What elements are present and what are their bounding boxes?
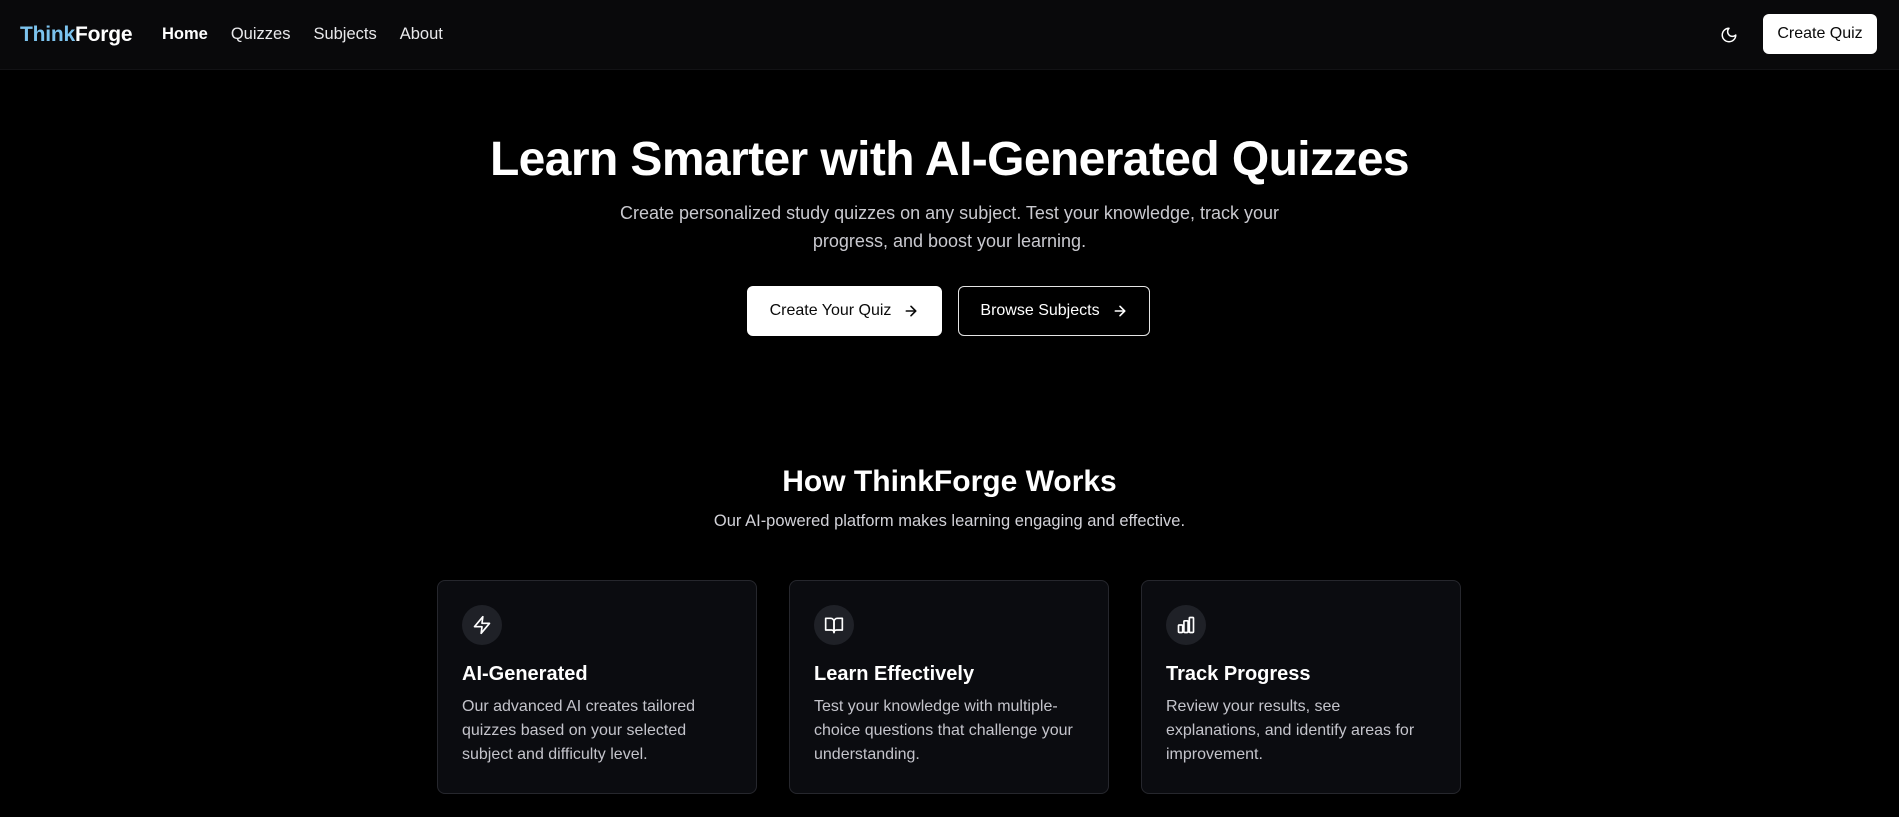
nav-link-about[interactable]: About bbox=[400, 24, 443, 44]
hero-subtitle: Create personalized study quizzes on any… bbox=[619, 203, 1280, 251]
nav-link-quizzes[interactable]: Quizzes bbox=[231, 24, 291, 44]
feature-card-track-progress: Track Progress Review your results, see … bbox=[1141, 580, 1461, 794]
hero-buttons: Create Your Quiz Browse Subjects bbox=[747, 286, 1150, 336]
card-text: Our advanced AI creates tailored quizzes… bbox=[462, 698, 696, 763]
hero-title: Learn Smarter with AI-Generated Quizzes bbox=[489, 133, 1410, 186]
card-title: Learn Effectively bbox=[814, 663, 975, 685]
card-icon-circle bbox=[462, 605, 502, 645]
nav-links: Home Quizzes Subjects About bbox=[162, 24, 443, 44]
theme-toggle-button[interactable] bbox=[1712, 20, 1746, 50]
arrow-right-icon bbox=[1114, 305, 1126, 317]
features-subtitle: Our AI-powered platform makes learning e… bbox=[713, 512, 1186, 530]
feature-cards: AI-Generated Our advanced AI creates tai… bbox=[437, 580, 1461, 794]
logo-forge: Forge bbox=[75, 23, 133, 46]
card-title: AI-Generated bbox=[462, 663, 588, 685]
create-quiz-nav-button[interactable]: Create Quiz bbox=[1763, 14, 1877, 54]
navbar: ThinkForge Home Quizzes Subjects About C… bbox=[0, 0, 1899, 70]
features-title: How ThinkForge Works bbox=[782, 465, 1117, 498]
browse-subjects-button[interactable]: Browse Subjects bbox=[958, 286, 1150, 336]
bar-chart-icon bbox=[1177, 616, 1195, 634]
lightning-icon bbox=[473, 615, 491, 635]
card-text: Test your knowledge with multiple-choice… bbox=[814, 698, 1073, 763]
logo[interactable]: ThinkForge bbox=[20, 22, 133, 48]
nav-link-subjects[interactable]: Subjects bbox=[313, 24, 376, 44]
create-your-quiz-label: Create Your Quiz bbox=[769, 302, 892, 319]
feature-card-learn-effectively: Learn Effectively Test your knowledge wi… bbox=[789, 580, 1109, 794]
browse-subjects-label: Browse Subjects bbox=[980, 302, 1100, 319]
logo-think: Think bbox=[20, 23, 75, 46]
create-your-quiz-button[interactable]: Create Your Quiz bbox=[747, 286, 942, 336]
nav-link-home[interactable]: Home bbox=[162, 24, 208, 44]
moon-icon bbox=[1721, 27, 1737, 43]
feature-card-ai-generated: AI-Generated Our advanced AI creates tai… bbox=[437, 580, 757, 794]
card-title: Track Progress bbox=[1166, 663, 1311, 685]
card-icon-circle bbox=[814, 605, 854, 645]
book-open-icon bbox=[824, 617, 844, 634]
arrow-right-icon bbox=[905, 305, 917, 317]
card-icon-circle bbox=[1166, 605, 1206, 645]
card-text: Review your results, see explanations, a… bbox=[1166, 698, 1415, 763]
